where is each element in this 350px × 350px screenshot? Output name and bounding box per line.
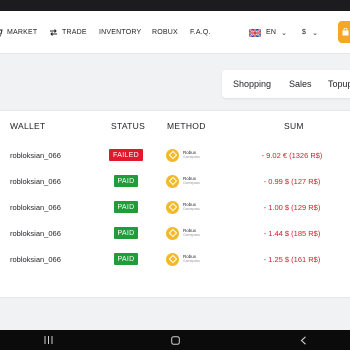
table-row[interactable]: robloksian_066 PAID Robux Gamepass - 1.0… (0, 194, 350, 220)
header-wallet: WALLET (10, 121, 46, 131)
status-badge: PAID (114, 175, 138, 187)
header-sum: SUM (284, 121, 304, 131)
sum-cell: - 1.25 $ (161 R$) (263, 254, 321, 264)
nav-market[interactable]: MARKET (0, 11, 37, 54)
tab-sales-label: Sales (289, 79, 312, 89)
nav-faq[interactable]: F.A.Q. (190, 11, 211, 54)
market-icon (0, 28, 3, 37)
nav-inventory[interactable]: INVENTORY (99, 11, 141, 54)
chevron-down-icon: ⌄ (312, 29, 319, 37)
status-badge: PAID (114, 201, 138, 213)
nav-inventory-label: INVENTORY (99, 29, 142, 36)
nav-robux-label: ROBUX (152, 29, 178, 36)
nav-trade-label: TRADE (62, 29, 87, 36)
bag-icon (342, 23, 349, 41)
trade-arrows-icon (49, 28, 58, 37)
currency-symbol: $ (302, 29, 307, 36)
robux-icon (166, 200, 179, 214)
status-strip (0, 0, 350, 11)
robux-icon (166, 174, 179, 188)
method-cell: Robux Gamepass (166, 198, 200, 216)
back-icon[interactable] (293, 330, 313, 350)
robux-icon (166, 252, 179, 266)
cart-button[interactable] (338, 21, 350, 43)
tab-topup[interactable]: Topup (328, 70, 350, 98)
robux-icon (166, 226, 179, 240)
history-tabs: Shopping Sales Topup (222, 70, 350, 98)
wallet-cell: robloksian_066 (10, 202, 61, 212)
transactions-table: WALLET STATUS METHOD SUM robloksian_066 … (0, 110, 350, 298)
method-cell: Robux Gamepass (166, 146, 200, 164)
currency-selector[interactable]: $ ⌄ (302, 11, 318, 54)
table-row[interactable]: robloksian_066 PAID Robux Gamepass - 0.9… (0, 168, 350, 194)
language-selector[interactable]: EN ⌄ (249, 11, 287, 54)
method-sub: Gamepass (183, 180, 200, 185)
system-navigation-bar (0, 330, 350, 350)
wallet-cell: robloksian_066 (10, 176, 61, 186)
wallet-cell: robloksian_066 (10, 150, 61, 160)
top-navigation: MARKET TRADE INVENTORY ROBUX F.A.Q. EN ⌄… (0, 11, 350, 54)
uk-flag-icon (249, 28, 261, 37)
sum-cell: - 9.02 € (1326 R$) (261, 150, 323, 160)
header-method: METHOD (167, 121, 206, 131)
tab-sales[interactable]: Sales (289, 70, 312, 98)
nav-faq-label: F.A.Q. (190, 29, 211, 36)
wallet-cell: robloksian_066 (10, 228, 61, 238)
method-sub: Gamepass (183, 232, 200, 237)
method-sub: Gamepass (183, 206, 200, 211)
nav-market-label: MARKET (7, 29, 38, 36)
method-cell: Robux Gamepass (166, 172, 200, 190)
method-cell: Robux Gamepass (166, 224, 200, 242)
method-sub: Gamepass (183, 258, 200, 263)
home-icon[interactable] (165, 330, 185, 350)
table-row[interactable]: robloksian_066 PAID Robux Gamepass - 1.2… (0, 246, 350, 272)
table-row[interactable]: robloksian_066 PAID Robux Gamepass - 1.4… (0, 220, 350, 246)
tab-shopping[interactable]: Shopping (233, 70, 271, 98)
status-badge: FAILED (109, 149, 143, 161)
tab-topup-label: Topup (328, 79, 350, 89)
nav-trade[interactable]: TRADE (49, 11, 87, 54)
header-status: STATUS (111, 121, 146, 131)
method-cell: Robux Gamepass (166, 250, 200, 268)
sum-cell: - 1.00 $ (129 R$) (263, 202, 321, 212)
method-sub: Gamepass (183, 154, 200, 159)
nav-robux[interactable]: ROBUX (152, 11, 178, 54)
table-row[interactable]: robloksian_066 FAILED Robux Gamepass - 9… (0, 142, 350, 168)
chevron-down-icon: ⌄ (281, 29, 288, 37)
status-badge: PAID (114, 227, 138, 239)
wallet-cell: robloksian_066 (10, 254, 61, 264)
sum-cell: - 0.99 $ (127 R$) (263, 176, 321, 186)
language-code: EN (266, 29, 277, 36)
sum-cell: - 1.44 $ (185 R$) (263, 228, 321, 238)
robux-icon (166, 148, 179, 162)
status-badge: PAID (114, 253, 138, 265)
tab-shopping-label: Shopping (233, 79, 272, 89)
recent-apps-icon[interactable] (38, 330, 58, 350)
